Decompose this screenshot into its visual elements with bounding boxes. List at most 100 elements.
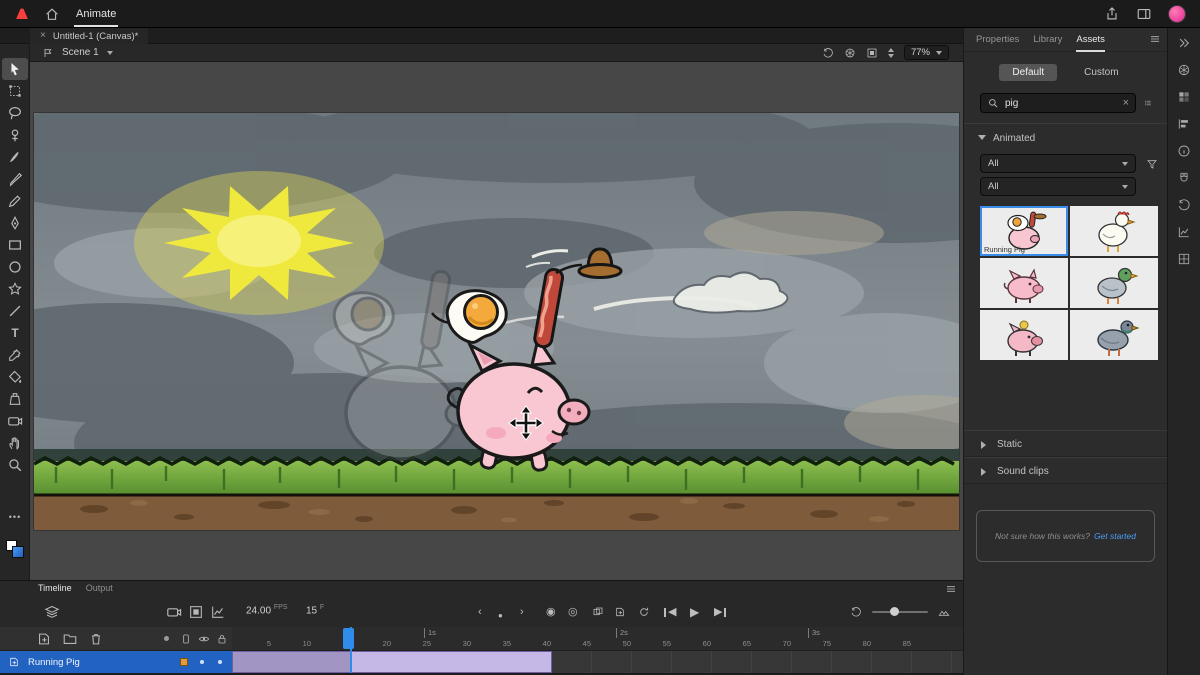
filter-funnel-icon[interactable] [1146,158,1158,170]
frame-view-icon[interactable] [938,606,950,618]
center-playhead-icon[interactable]: ● [498,608,503,624]
paint-bucket-tool[interactable] [2,366,28,388]
camera-tool[interactable] [2,410,28,432]
classic-brush-tool[interactable] [2,168,28,190]
eyedropper-tool[interactable] [2,344,28,366]
asset-thumbnail-cartoon-pigeon[interactable] [1070,258,1158,308]
timeline-zoom-slider-track[interactable] [872,611,928,613]
scene-name[interactable]: Scene 1 [62,47,99,58]
layer-row-running-pig[interactable]: Running Pig [0,651,232,673]
tween-span-before-playhead[interactable] [232,651,352,673]
custom-mode-button[interactable]: Custom [1071,64,1131,81]
new-folder-button[interactable] [62,631,78,647]
repeat-icon[interactable] [850,606,862,618]
zoom-tool[interactable] [2,454,28,476]
stage-canvas[interactable] [34,113,959,530]
zoom-stepper[interactable] [888,45,894,61]
insert-keyframe-icon[interactable] [614,606,626,618]
fps-display[interactable]: 24.00 FPS [246,604,287,616]
profile-avatar[interactable] [1168,5,1186,23]
home-icon[interactable] [44,6,60,22]
static-section-header[interactable]: Static [964,430,1167,457]
layer-depth-icon[interactable] [188,604,204,620]
current-frame-display[interactable]: 15 F [306,604,324,616]
add-camera-icon[interactable] [166,604,182,620]
stats-panel-icon[interactable] [1177,225,1191,239]
frame-zone[interactable]: 1s 2s 3s 5 10 15 20 25 30 35 40 45 50 55… [232,627,963,673]
type-filter-select[interactable]: All [980,177,1136,196]
new-layer-button[interactable] [36,631,52,647]
grid-panel-icon[interactable] [1177,252,1191,266]
ink-bottle-tool[interactable] [2,388,28,410]
asset-warp-tool[interactable] [2,124,28,146]
panel-menu-icon[interactable] [1149,33,1161,45]
tab-output[interactable]: Output [86,583,113,593]
color-panel-icon[interactable] [1177,63,1191,77]
scene-dropdown-icon[interactable] [107,51,113,58]
step-back-icon[interactable]: ‹ [478,604,482,620]
delete-layer-button[interactable] [88,631,104,647]
category-filter-select[interactable]: All [980,154,1136,173]
layer-list-icon[interactable] [44,604,60,620]
default-mode-button[interactable]: Default [999,64,1057,81]
lasso-tool[interactable] [2,102,28,124]
polystar-tool[interactable] [2,278,28,300]
free-transform-tool[interactable] [2,80,28,102]
asset-thumbnail-chicken[interactable] [1070,206,1158,256]
tab-library[interactable]: Library [1033,34,1062,45]
list-view-toggle-icon[interactable] [1144,97,1152,109]
layer-visibility-dot[interactable] [200,660,204,664]
history-panel-icon[interactable] [1177,198,1191,212]
frame-graph-icon[interactable] [210,604,226,620]
text-tool[interactable]: T [2,322,28,344]
timeline-menu-icon[interactable] [945,583,957,595]
asset-thumbnail-piggy-pig[interactable] [980,310,1068,360]
playhead-line[interactable] [350,627,352,673]
layer-frames-row[interactable] [232,651,963,673]
fill-stroke-swatches[interactable] [6,540,24,558]
layer-name[interactable]: Running Pig [28,657,80,668]
layer-color-marker[interactable] [180,658,188,666]
asset-thumbnail-pink-pig[interactable] [980,258,1068,308]
share-icon[interactable] [1104,6,1120,22]
collapse-panels-icon[interactable] [1177,36,1191,50]
onion-skin-icon[interactable]: ◉ [546,604,556,620]
snap-panel-icon[interactable] [1177,171,1191,185]
fill-color-swatch[interactable] [12,546,24,558]
edit-toolbar-button[interactable]: ••• [0,512,30,522]
selection-tool[interactable] [2,58,28,80]
onion-skin-outline-icon[interactable]: ◎ [568,604,578,620]
clip-content-icon[interactable] [866,47,878,59]
close-tab-icon[interactable]: × [40,31,46,41]
tab-properties[interactable]: Properties [976,34,1019,45]
swatches-panel-icon[interactable] [1177,90,1191,104]
step-forward-icon[interactable]: › [520,604,524,620]
rectangle-tool[interactable] [2,234,28,256]
pencil-tool[interactable] [2,190,28,212]
tab-timeline[interactable]: Timeline [38,583,72,593]
outline-column-icon[interactable] [180,633,192,645]
clear-search-icon[interactable]: × [1123,97,1129,109]
hand-tool[interactable] [2,432,28,454]
playhead-handle[interactable] [343,628,354,649]
rotate-stage-icon[interactable] [822,47,834,59]
document-tab[interactable]: × Untitled-1 (Canvas)* [30,28,148,44]
pen-tool[interactable] [2,212,28,234]
tween-span-after-playhead[interactable] [352,651,552,673]
animated-section-header[interactable]: Animated [964,123,1167,150]
visibility-column-icon[interactable] [198,633,210,645]
play-button[interactable]: ▶ [690,604,699,620]
edit-multiple-frames-icon[interactable] [592,606,604,618]
layer-lock-dot[interactable] [218,660,222,664]
center-stage-icon[interactable] [844,47,856,59]
oval-tool[interactable] [2,256,28,278]
workspace-layout-icon[interactable] [1136,6,1152,22]
lock-column-icon[interactable] [216,633,228,645]
asset-search-input[interactable]: pig × [980,93,1136,113]
line-tool[interactable] [2,300,28,322]
fluid-brush-tool[interactable] [2,146,28,168]
asset-thumbnail-running-pig[interactable]: Running Pig [980,206,1068,256]
previous-frame-button[interactable]: ◀ [664,604,676,620]
frame-ruler[interactable]: 1s 2s 3s 5 10 15 20 25 30 35 40 45 50 55… [232,627,963,651]
asset-thumbnail-gray-pigeon[interactable] [1070,310,1158,360]
